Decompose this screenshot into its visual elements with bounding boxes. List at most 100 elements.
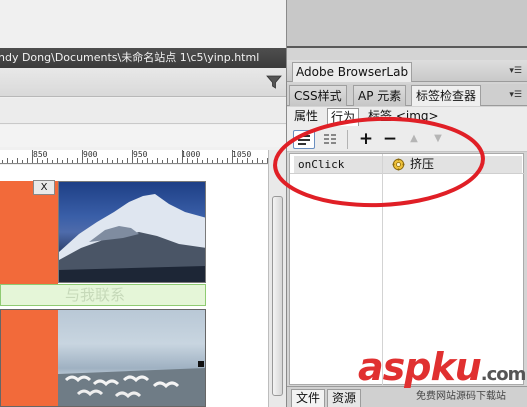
ruler-tick: [42, 160, 43, 163]
orange-block: [0, 181, 58, 286]
panel-divider: [287, 46, 527, 48]
ruler-label: 950: [133, 150, 148, 159]
behaviors-toolbar: + − ▲ ▼: [287, 126, 527, 152]
ruler-tick: [237, 158, 238, 163]
design-canvas[interactable]: X 与我联系: [0, 165, 268, 407]
ruler-tick: [147, 158, 148, 163]
ruler-tick: [17, 158, 18, 163]
ruler-tick: [82, 150, 83, 163]
ruler-tick: [227, 158, 228, 163]
ruler-tick: [157, 158, 158, 163]
remove-behavior-button[interactable]: −: [379, 130, 401, 149]
behavior-row[interactable]: onClick 挤压: [294, 156, 522, 173]
ruler-tick: [252, 160, 253, 163]
filter-icon[interactable]: [266, 74, 282, 90]
panel-menu-icon[interactable]: ▾☰: [508, 90, 522, 100]
move-down-button[interactable]: ▼: [427, 130, 449, 149]
ruler-tick: [72, 160, 73, 163]
ruler-tick: [212, 160, 213, 163]
ruler-tick: [192, 160, 193, 163]
ruler-tick: [172, 160, 173, 163]
tab-assets[interactable]: 资源: [327, 389, 362, 407]
ruler-tick: [102, 160, 103, 163]
ruler-tick: [37, 158, 38, 163]
ruler-tick: [127, 158, 128, 163]
ruler-tick: [47, 158, 48, 163]
show-all-events-button[interactable]: [319, 130, 341, 149]
ruler-tick: [202, 160, 203, 163]
ruler-tick: [217, 158, 218, 163]
ruler-tick: [257, 158, 258, 163]
panel-menu-icon[interactable]: ▾☰: [508, 66, 522, 76]
ruler-tick: [152, 160, 153, 163]
vertical-scrollbar[interactable]: [268, 150, 286, 407]
contact-link-bar[interactable]: 与我联系: [0, 284, 206, 306]
move-up-button[interactable]: ▲: [403, 130, 425, 149]
ruler-tick: [2, 160, 3, 163]
ruler-tick: [112, 160, 113, 163]
ruler-tick: [107, 158, 108, 163]
ruler-label: 900: [83, 150, 98, 159]
ruler-tick: [97, 158, 98, 163]
document-toolbar: [0, 68, 286, 97]
scroll-thumb[interactable]: [272, 196, 283, 396]
ruler-tick: [247, 158, 248, 163]
ruler-tick: [167, 158, 168, 163]
ruler-tick: [232, 150, 233, 163]
ruler-tick: [87, 158, 88, 163]
add-behavior-button[interactable]: +: [355, 130, 377, 149]
document-window: ndy Dong\Documents\未命名站点 1\c5\yinp.html …: [0, 0, 286, 407]
ruler-tick: [187, 158, 188, 163]
show-set-events-button[interactable]: [293, 130, 315, 149]
toolbar-strip-lower: [0, 125, 286, 147]
document-title-bar: ndy Dong\Documents\未命名站点 1\c5\yinp.html: [0, 48, 286, 68]
ruler-label: 850: [33, 150, 48, 159]
tab-tag-inspector[interactable]: 标签检查器: [411, 85, 482, 106]
horizontal-ruler: 850 900 950 1000 1050: [0, 150, 268, 164]
panel-dock-top: [287, 0, 527, 48]
gear-icon: [392, 158, 405, 171]
ruler-tick: [122, 160, 123, 163]
close-button[interactable]: X: [33, 180, 55, 195]
toolbar-strip: [0, 98, 286, 124]
ruler-tick: [132, 150, 133, 163]
ruler-tick: [7, 158, 8, 163]
resize-handle[interactable]: [198, 361, 204, 367]
ruler-tick: [182, 150, 183, 163]
mountain-image[interactable]: [58, 181, 206, 283]
ruler-tick: [62, 160, 63, 163]
toolbar-separator: [347, 130, 348, 149]
ruler-tick: [92, 160, 93, 163]
tab-files[interactable]: 文件: [291, 389, 326, 407]
watermark-logo-suffix: .com: [480, 364, 527, 385]
ruler-tick: [117, 158, 118, 163]
tab-browserlab[interactable]: Adobe BrowserLab: [292, 62, 413, 82]
ruler-tick: [177, 158, 178, 163]
document-path: ndy Dong\Documents\未命名站点 1\c5\yinp.html: [0, 51, 260, 64]
tab-behaviors[interactable]: 行为: [327, 108, 360, 126]
ruler-tick: [57, 158, 58, 163]
browserlab-panel-header: Adobe BrowserLab: [287, 60, 527, 82]
tab-attributes[interactable]: 属性: [291, 108, 321, 126]
watermark-logo-text: aspku: [358, 345, 482, 389]
behavior-action: 挤压: [410, 157, 435, 171]
watermark-tagline: 免费网站源码下载站: [416, 391, 506, 402]
ruler-tick: [22, 160, 23, 163]
ruler-tick: [137, 158, 138, 163]
ruler-tick: [67, 158, 68, 163]
ruler-tick: [197, 158, 198, 163]
tab-css-styles[interactable]: CSS样式: [289, 85, 347, 106]
row-divider: [290, 173, 525, 174]
ruler-tick: [262, 160, 263, 163]
ruler-tick: [222, 160, 223, 163]
ruler-tick: [142, 160, 143, 163]
ruler-label: 1050: [232, 150, 252, 159]
ruler-tick: [52, 160, 53, 163]
tab-ap-elements[interactable]: AP 元素: [353, 85, 407, 106]
ruler-tick: [207, 158, 208, 163]
ruler-tick: [162, 160, 163, 163]
ruler-tick: [12, 160, 13, 163]
behavior-event: onClick: [298, 158, 345, 171]
tag-label: 标签 <img>: [368, 109, 439, 123]
selection-frame: [0, 309, 206, 407]
